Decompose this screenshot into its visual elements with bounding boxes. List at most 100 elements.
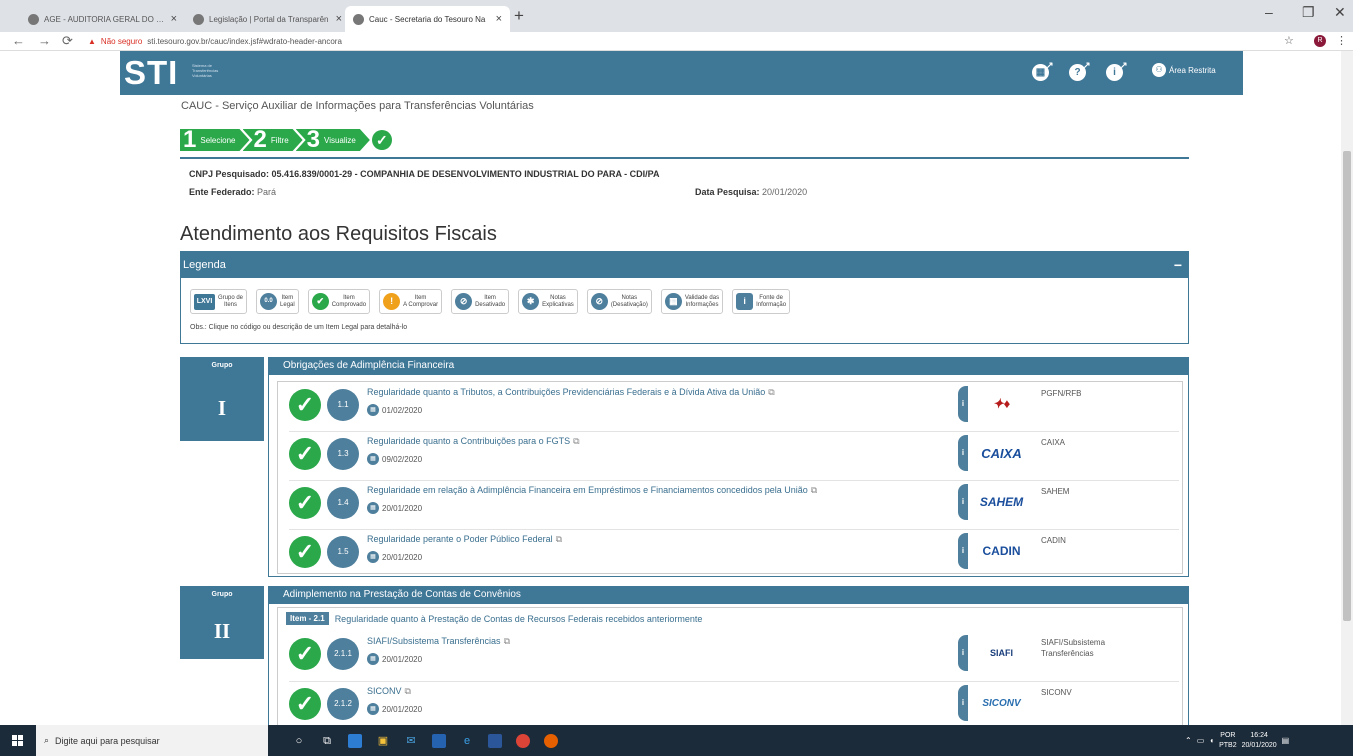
sti-logo[interactable]: STI	[124, 54, 178, 92]
edge-icon[interactable]: e	[460, 734, 474, 748]
item-name-link[interactable]: SIAFI/Subsistema Transferências ⧉	[367, 636, 510, 647]
firefox-icon[interactable]	[544, 733, 558, 748]
disabled-icon: ⊘	[455, 293, 473, 310]
search-icon: ⌕	[44, 735, 50, 745]
notification-icon[interactable]: ▤	[1282, 736, 1290, 745]
store-icon[interactable]: ▣	[376, 734, 390, 748]
url-field[interactable]: ▲ Não seguro sti.tesouro.gov.br/cauc/ind…	[88, 34, 342, 49]
item-row: ✓ 2.1.1 SIAFI/Subsistema Transferências ⧉…	[289, 633, 1179, 681]
cortana-icon[interactable]: ○	[292, 734, 306, 748]
legend-item-notas-desativacao: ⊘ Notas (Desativação)	[586, 289, 652, 314]
header-help-icon[interactable]: ? ↗	[1069, 60, 1091, 81]
browser-tab-age[interactable]: AGE - AUDITORIA GERAL DO ES ×	[20, 6, 185, 32]
scrollbar-thumb[interactable]	[1343, 151, 1351, 621]
wizard-step-selecione[interactable]: 1 Selecione	[180, 129, 250, 151]
item-name-link[interactable]: SICONV ⧉	[367, 686, 411, 697]
page-viewport: STI Sistema de Transferências Voluntária…	[0, 51, 1341, 725]
external-link-icon: ⧉	[404, 686, 411, 696]
back-icon[interactable]: ←	[12, 34, 25, 48]
search-placeholder: Digite aqui para pesquisar	[55, 735, 160, 746]
item-row: ✓ 1.3 Regularidade quanto a Contribuiçõe…	[289, 433, 1179, 481]
source-badge[interactable]: i SICONV	[958, 685, 1035, 721]
browser-tab-legislacao[interactable]: Legislação | Portal da Transparên ×	[185, 6, 350, 32]
page-scrollbar[interactable]	[1341, 51, 1353, 725]
cadin-logo: CADIN	[968, 533, 1035, 569]
source-label: PGFN/RFB	[1041, 389, 1082, 398]
item-row: ✓ 1.4 Regularidade em relação à Adimplên…	[289, 482, 1179, 530]
forward-icon[interactable]: →	[38, 34, 51, 48]
check-icon: ✓	[289, 389, 321, 421]
item-code[interactable]: 1.1	[327, 389, 359, 421]
legend-item-grupo: LXVI Grupo de Itens	[190, 289, 248, 314]
external-link-icon: ⧉	[503, 636, 510, 646]
close-tab-icon[interactable]: ×	[336, 13, 342, 25]
header-info-icon[interactable]: i ↗	[1106, 60, 1128, 81]
cnpj-info: CNPJ Pesquisado: 05.416.839/0001-29 - CO…	[189, 169, 659, 179]
item-header: Item - 2.1 Regularidade quanto à Prestaç…	[286, 612, 702, 625]
menu-icon[interactable]: ⋮	[1336, 34, 1347, 47]
language-indicator[interactable]: POR PTB2	[1219, 731, 1237, 751]
source-badge[interactable]: i SAHEM	[958, 484, 1035, 520]
app-icon[interactable]	[348, 733, 362, 748]
legend-header[interactable]: Legenda −	[181, 252, 1188, 278]
source-badge[interactable]: i CAIXA	[958, 435, 1035, 471]
chrome-icon[interactable]	[516, 733, 530, 748]
profile-avatar[interactable]: R	[1314, 35, 1326, 47]
source-badge[interactable]: i SIAFI	[958, 635, 1035, 671]
legend-item-label: Notas (Desativação)	[610, 294, 648, 308]
external-link-icon: ⧉	[555, 534, 563, 544]
item-code[interactable]: 1.3	[327, 438, 359, 470]
area-restrita-link[interactable]: ⚇ Área Restrita	[1152, 63, 1216, 77]
cnpj-value: 05.416.839/0001-29 - COMPANHIA DE DESENV…	[271, 169, 660, 179]
item-row: ✓ 2.1.2 SICONV ⧉ ▦ 20/01/2020 i SICONV SICO…	[289, 683, 1179, 725]
browser-tab-cauc[interactable]: Cauc - Secretaria do Tesouro Na ×	[345, 6, 510, 32]
clock[interactable]: 16:24 20/01/2020	[1242, 731, 1277, 751]
legend-item-label: Item Comprovado	[331, 294, 367, 308]
bookmark-star-icon[interactable]: ☆	[1284, 34, 1294, 47]
row-divider	[289, 681, 1179, 682]
item-name-link[interactable]: Regularidade quanto a Tributos, a Contri…	[367, 387, 775, 398]
item-code[interactable]: 2.1.1	[327, 638, 359, 670]
group-label: Grupo	[180, 357, 264, 375]
item-name-link[interactable]: Regularidade em relação à Adimplência Fi…	[367, 485, 817, 496]
collapse-icon[interactable]: −	[1174, 252, 1182, 278]
header-calendar-icon[interactable]: ▦ ↗	[1032, 60, 1054, 81]
item-name-link[interactable]: Regularidade perante o Poder Público Fed…	[367, 534, 562, 545]
taskbar-apps: ○ ⧉ ▣ ✉ e	[292, 725, 558, 756]
reload-icon[interactable]: ⟳	[62, 34, 73, 48]
legend-item-label: Fonte de Informação	[756, 294, 787, 308]
wizard-step-filtre[interactable]: 2 Filtre	[243, 129, 303, 151]
task-view-icon[interactable]: ⧉	[320, 734, 334, 748]
external-link-icon: ⧉	[768, 387, 775, 397]
mail-icon[interactable]: ✉	[404, 734, 418, 748]
close-tab-icon[interactable]: ×	[171, 13, 177, 25]
minimize-button[interactable]: –	[1265, 4, 1273, 20]
source-badge[interactable]: i ✦♦	[958, 386, 1035, 422]
ente-value: Pará	[257, 187, 277, 197]
item-date: ▦ 20/01/2020	[367, 703, 422, 715]
volume-icon[interactable]: ◖	[1209, 736, 1214, 745]
item-name-link[interactable]: Regularidade quanto a Contribuições para…	[367, 436, 580, 447]
data-pesquisa-info: Data Pesquisa: 20/01/2020	[695, 187, 807, 197]
wizard-step-visualize[interactable]: 3 Visualize	[296, 129, 370, 151]
app-icon[interactable]	[432, 733, 446, 748]
legend-items: LXVI Grupo de Itens 0.0 Item Legal ✔ Item C…	[190, 289, 791, 314]
network-icon[interactable]: ▭	[1197, 736, 1205, 745]
windows-start-icon[interactable]	[12, 735, 23, 746]
group-title: Obrigações de Adimplência Financeira	[268, 357, 1189, 375]
sahem-logo: SAHEM	[968, 484, 1035, 520]
item-code[interactable]: 1.4	[327, 487, 359, 519]
tray-chevron-icon[interactable]: ⌃	[1185, 736, 1192, 745]
source-badge[interactable]: i CADIN	[958, 533, 1035, 569]
close-tab-icon[interactable]: ×	[496, 13, 502, 25]
step-label: Selecione	[200, 135, 236, 145]
item-code[interactable]: 1.5	[327, 536, 359, 568]
close-window-button[interactable]: ✕	[1334, 4, 1346, 21]
taskbar-search[interactable]: ⌕ Digite aqui para pesquisar	[36, 725, 268, 756]
maximize-button[interactable]: ❐	[1302, 4, 1315, 21]
info-icon: i	[958, 533, 968, 569]
item-code[interactable]: 2.1.2	[327, 688, 359, 720]
word-icon[interactable]	[488, 733, 502, 748]
legend-item-label: Item A Comprovar	[403, 294, 439, 308]
new-tab-button[interactable]: +	[514, 6, 524, 26]
